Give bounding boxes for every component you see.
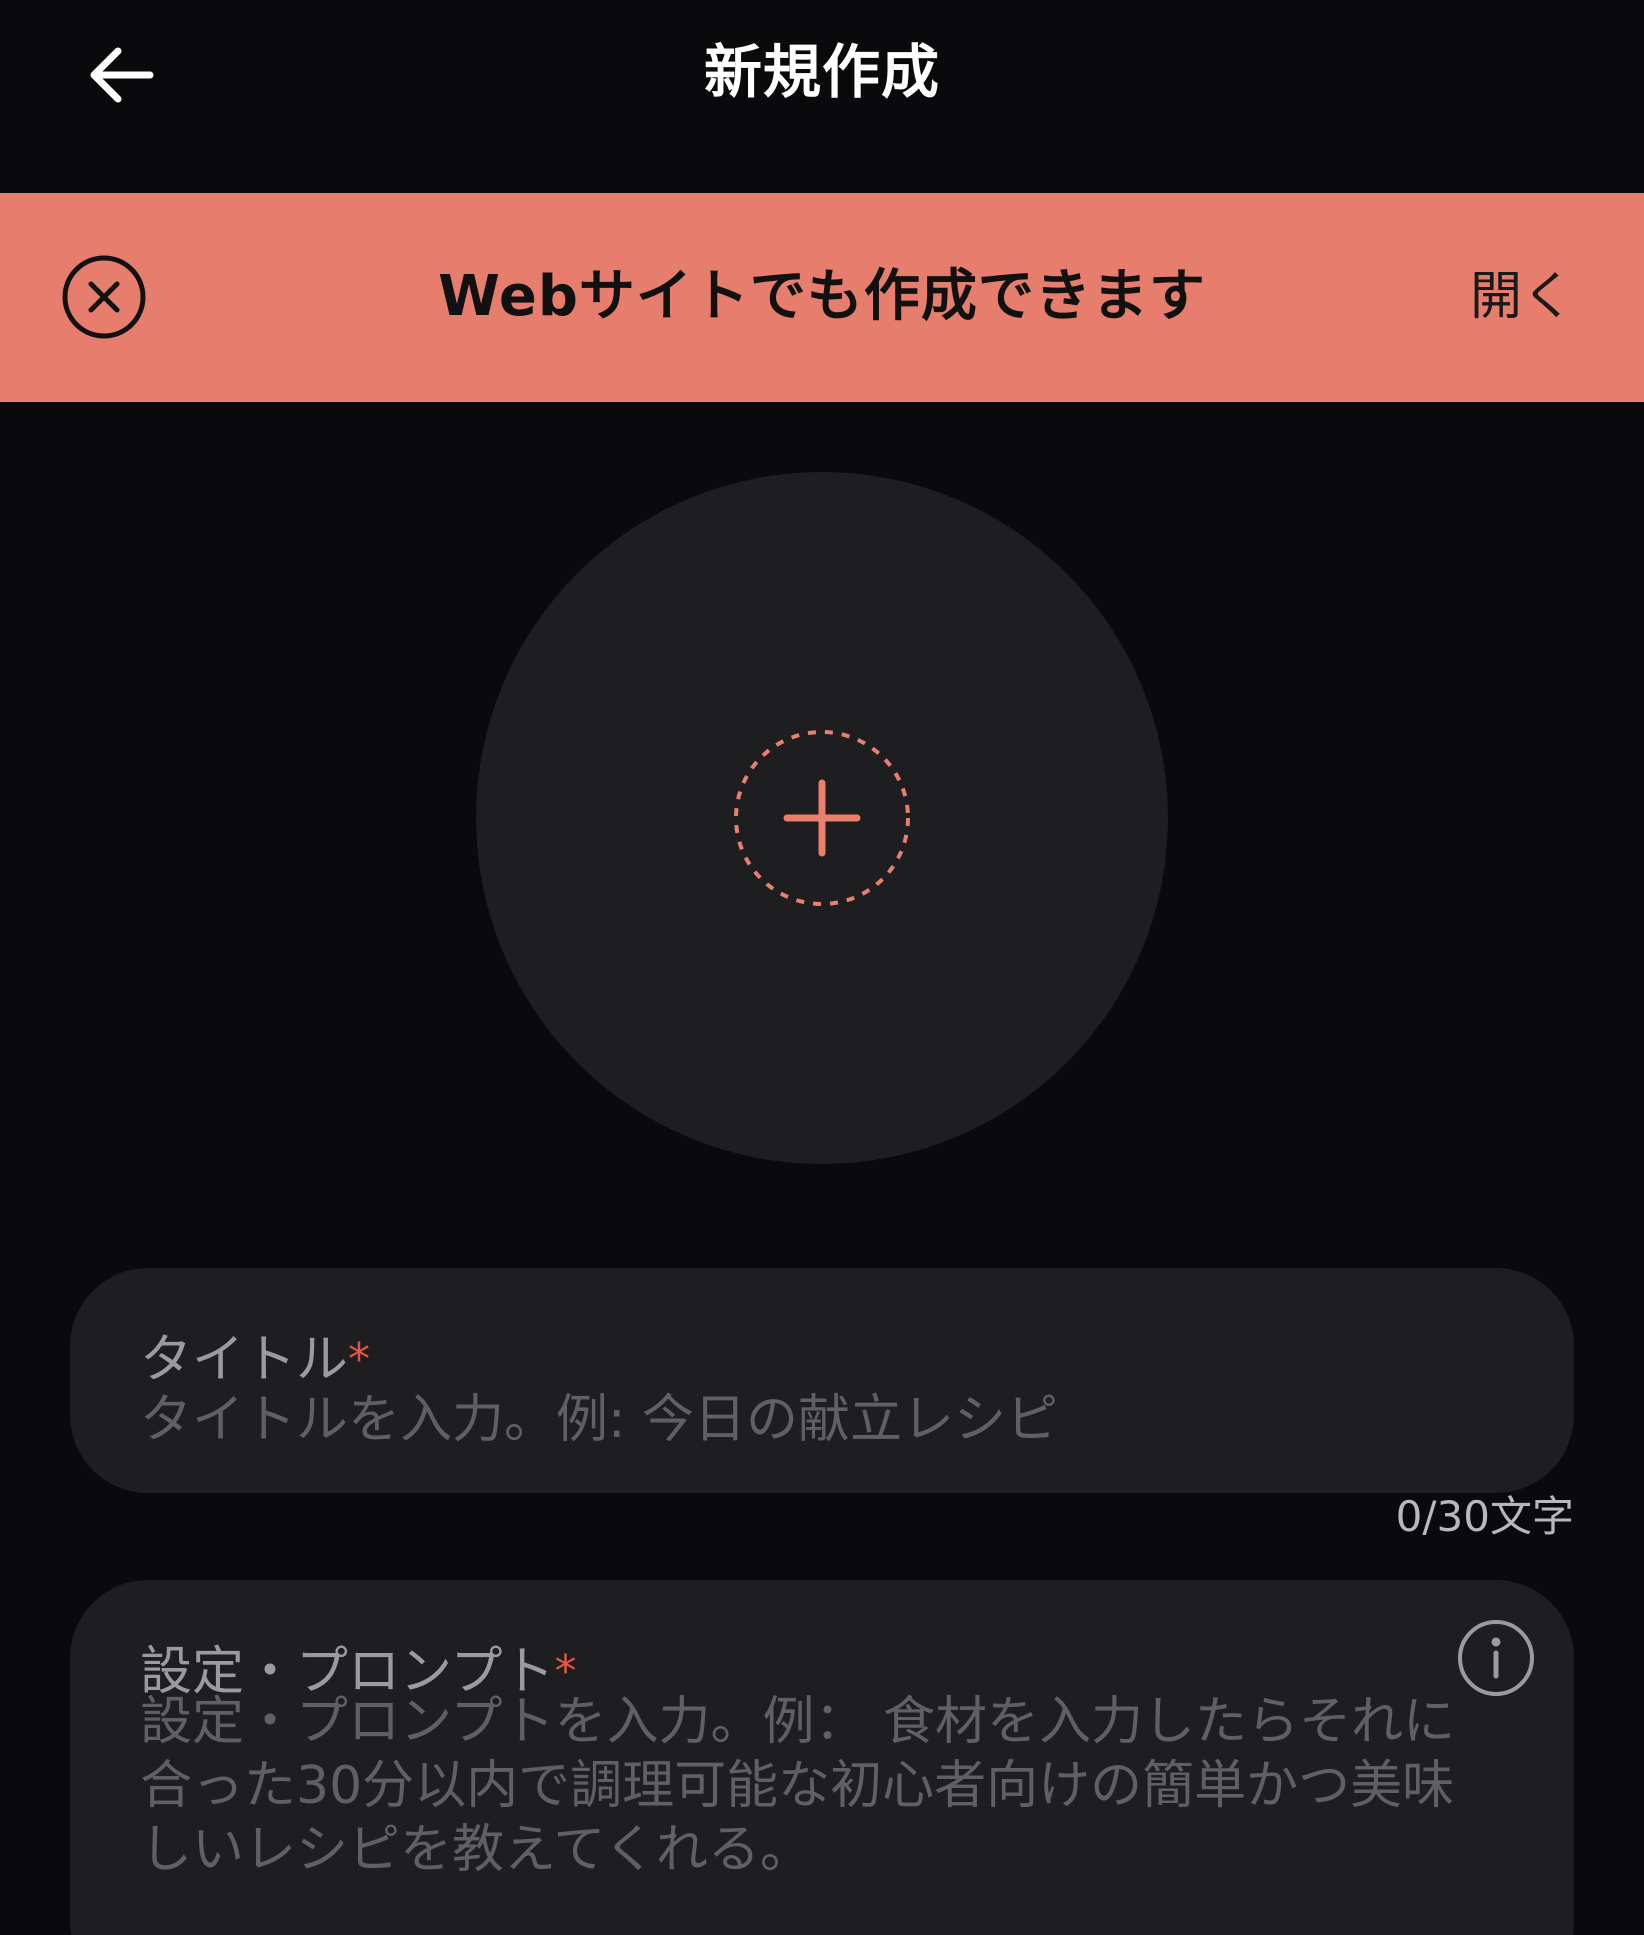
prompt-input[interactable] [140,1690,1494,1935]
required-mark: * [348,1334,371,1385]
title-char-count: 0/30文字 [1395,1492,1574,1541]
top-app-bar: 新規作成 [0,0,1644,193]
title-input[interactable] [140,1385,1504,1455]
title-label-text: タイトル [140,1330,349,1390]
page-title: 新規作成 [703,38,940,106]
banner-message: Webサイトでも作成できます [438,264,1206,329]
add-image-icon [734,730,910,906]
app-screen: 新規作成 Webサイトでも作成できます 開く タイトル* 0/30文字 設定・プ… [0,0,1644,1935]
banner-open-link[interactable]: 開く [1470,257,1574,337]
prompt-info-button[interactable] [1456,1618,1536,1698]
title-field[interactable]: タイトル* [70,1268,1574,1493]
title-field-label: タイトル* [140,1330,370,1390]
info-icon [1458,1620,1534,1696]
prompt-field[interactable]: 設定・プロンプト* [70,1580,1574,1935]
image-picker[interactable] [476,472,1168,1164]
web-create-banner: Webサイトでも作成できます 開く [0,193,1644,402]
